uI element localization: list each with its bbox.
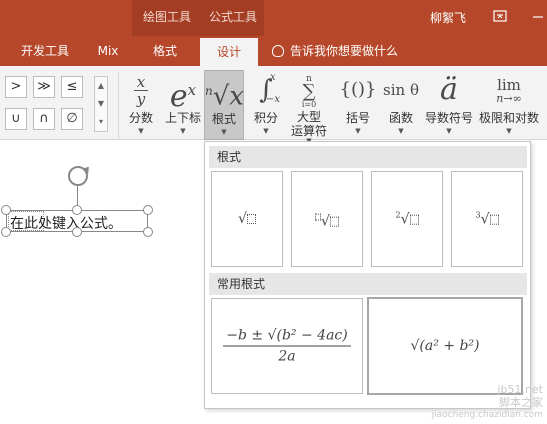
- dropdown-arrow-icon: ▼: [506, 127, 512, 135]
- watermark-line2: 脚本之家: [499, 396, 543, 409]
- superscript-icon: ex: [169, 79, 197, 114]
- symbol-gallery-scroll[interactable]: ▲ ▼ ▾: [94, 76, 108, 132]
- symbol-empty-set[interactable]: ∅: [61, 108, 83, 130]
- watermark-line1: jb51.net: [497, 383, 543, 396]
- limit-log-button[interactable]: lim n→∞ 极限和对数 ▼: [476, 70, 542, 144]
- radical-square-root-with-degree[interactable]: 2√: [371, 171, 443, 267]
- gallery-more-icon[interactable]: ▾: [95, 113, 107, 131]
- dropdown-arrow-icon: ▼: [355, 127, 361, 135]
- equation-placeholder[interactable]: 在此处键入公式。: [10, 213, 122, 233]
- tell-me-search[interactable]: 告诉我你想要做什么: [272, 36, 398, 66]
- tell-me-text: 告诉我你想要做什么: [290, 44, 399, 58]
- radical-dropdown-panel: 根式 √ √ 2√ 3√ 常用根式 −b ± √(b² − 4ac) 2a √(a…: [204, 141, 531, 409]
- scroll-up-icon[interactable]: ▲: [95, 77, 107, 95]
- ribbon: > ≫ ≤ ∪ ∩ ∅ ▲ ▼ ▾ xy 分数 ▼ ex 上下标 ▼ n√x 根…: [0, 66, 547, 154]
- slide-canvas[interactable]: [0, 140, 210, 424]
- section-header-common-radicals: 常用根式: [209, 273, 527, 295]
- resize-handle-top-right[interactable]: [143, 205, 153, 215]
- user-name[interactable]: 柳絮飞: [430, 9, 466, 26]
- script-button[interactable]: ex 上下标 ▼: [162, 70, 204, 144]
- resize-handle-top-left[interactable]: [1, 205, 11, 215]
- fraction-button[interactable]: xy 分数 ▼: [124, 70, 158, 144]
- resize-handle-bottom-left[interactable]: [1, 227, 11, 237]
- title-bar: 绘图工具 公式工具 柳絮飞: [0, 0, 547, 36]
- resize-handle-bottom[interactable]: [72, 227, 82, 237]
- limit-icon: lim n→∞: [496, 76, 522, 106]
- resize-handle-top[interactable]: [72, 205, 82, 215]
- accent-icon: ä: [440, 72, 458, 107]
- dropdown-arrow-icon: ▼: [398, 127, 404, 135]
- symbol-less-equal[interactable]: ≤: [61, 76, 83, 98]
- large-operator-button[interactable]: n ∑ i=0 大型运算符 ▼: [286, 70, 332, 145]
- bracket-label: 括号: [345, 111, 370, 125]
- dropdown-arrow-icon: ▼: [221, 128, 227, 136]
- radical-cube-root[interactable]: 3√: [451, 171, 523, 267]
- scroll-down-icon[interactable]: ▼: [95, 95, 107, 113]
- function-label: 函数: [388, 111, 413, 125]
- symbol-greater-than[interactable]: >: [5, 76, 27, 98]
- symbol-intersection[interactable]: ∩: [33, 108, 55, 130]
- limit-log-label: 极限和对数: [478, 111, 539, 125]
- section-header-radicals: 根式: [209, 146, 527, 168]
- accent-label: 导数符号: [424, 111, 473, 125]
- radical-label: 根式: [211, 112, 236, 126]
- bracket-icon: {()}: [339, 79, 377, 100]
- radical-button[interactable]: n√x 根式 ▼: [204, 70, 244, 140]
- radical-square-root[interactable]: √: [211, 171, 283, 267]
- dropdown-arrow-icon: ▼: [446, 127, 452, 135]
- watermark-line3: jiaocheng.chazidian.com: [431, 410, 543, 420]
- tab-developer[interactable]: 开发工具: [14, 36, 76, 66]
- dropdown-arrow-icon: ▼: [180, 127, 186, 135]
- symbol-much-greater[interactable]: ≫: [33, 76, 55, 98]
- bracket-button[interactable]: {()} 括号 ▼: [338, 70, 378, 144]
- integral-button[interactable]: ∫ x −x 积分 ▼: [248, 70, 284, 144]
- dropdown-arrow-icon: ▼: [263, 127, 269, 135]
- function-icon: sin θ: [383, 81, 419, 99]
- resize-handle-bottom-right[interactable]: [143, 227, 153, 237]
- integral-icon: ∫ x −x: [259, 72, 281, 105]
- common-radical-quadratic[interactable]: −b ± √(b² − 4ac) 2a: [211, 298, 363, 394]
- quadratic-denominator: 2a: [278, 348, 296, 365]
- radical-icon: n√x: [205, 81, 244, 112]
- script-label: 上下标: [164, 111, 201, 125]
- tab-design[interactable]: 设计: [200, 38, 258, 66]
- fraction-icon: xy: [124, 70, 158, 110]
- minimize-icon[interactable]: [530, 9, 546, 25]
- ribbon-display-icon[interactable]: [492, 9, 508, 25]
- watermark: jb51.net 脚本之家 jiaocheng.chazidian.com: [432, 383, 543, 422]
- fraction-label: 分数: [128, 111, 153, 125]
- summation-icon: n ∑ i=0: [301, 74, 317, 109]
- large-operator-label-1: 大型: [296, 110, 321, 124]
- context-tab-equation-tools[interactable]: 公式工具: [202, 0, 264, 36]
- accent-button[interactable]: ä 导数符号 ▼: [422, 70, 476, 144]
- context-tab-drawing-tools[interactable]: 绘图工具: [132, 0, 202, 36]
- function-button[interactable]: sin θ 函数 ▼: [380, 70, 422, 144]
- quadratic-numerator: −b ± √(b² − 4ac): [223, 328, 351, 347]
- pythagoras-formula: √(a² + b²): [410, 338, 480, 354]
- tab-mix[interactable]: Mix: [88, 36, 128, 66]
- rotate-handle-icon[interactable]: [68, 166, 88, 186]
- dropdown-arrow-icon: ▼: [138, 127, 144, 135]
- lightbulb-icon: [272, 45, 284, 57]
- symbol-union[interactable]: ∪: [5, 108, 27, 130]
- common-radical-pythagoras[interactable]: √(a² + b²): [367, 297, 523, 395]
- tab-format[interactable]: 格式: [140, 36, 190, 66]
- radical-nth-root[interactable]: √: [291, 171, 363, 267]
